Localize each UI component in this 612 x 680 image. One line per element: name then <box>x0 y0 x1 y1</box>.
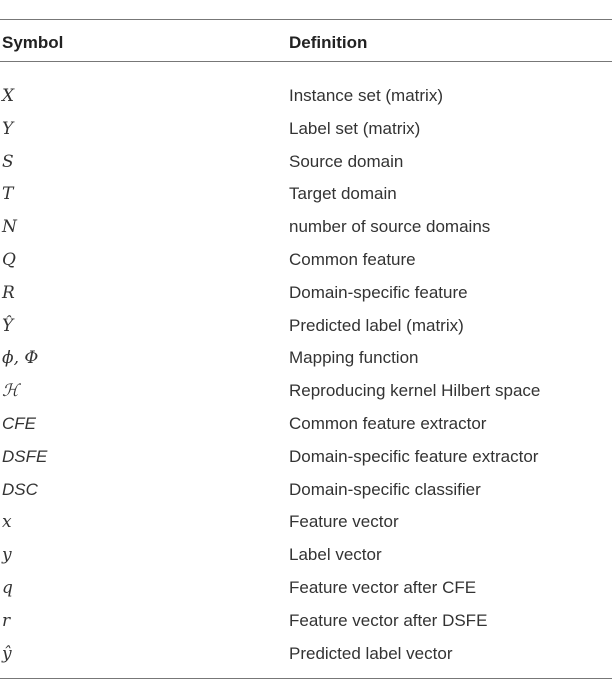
table-row: r Feature vector after DSFE <box>0 611 612 644</box>
definition-cell: Common feature <box>289 250 416 269</box>
symbol-cell: Y <box>2 118 14 139</box>
symbol-cell: DSC <box>2 479 38 499</box>
table-row: Q Common feature <box>0 250 612 283</box>
symbol-cell: ŷ <box>2 643 12 664</box>
definition-cell: Source domain <box>289 151 404 171</box>
definition-cell: Common feature extractor <box>289 414 487 433</box>
symbol-cell: y <box>2 545 12 566</box>
definition-cell: Label set (matrix) <box>289 118 421 138</box>
table-bottom-rule <box>0 678 612 679</box>
table-row: DSFE Domain-specific feature extractor <box>0 447 612 480</box>
table-row: ŷ Predicted label vector <box>0 644 612 677</box>
definition-cell: Feature vector after CFE <box>289 578 477 597</box>
symbol-cell: Q <box>2 250 16 270</box>
table-row: ℋ Reproducing kernel Hilbert space <box>0 381 612 414</box>
symbol-cell: CFE <box>2 414 36 433</box>
symbol-cell: x <box>2 512 12 533</box>
table-row: S Source domain <box>0 152 612 185</box>
table-row: Y Label set (matrix) <box>0 119 612 152</box>
table-row: x Feature vector <box>0 512 612 545</box>
definition-cell: Reproducing kernel Hilbert space <box>289 381 541 401</box>
definition-cell: Domain-specific feature <box>289 282 468 302</box>
definition-cell: Domain-specific classifier <box>289 479 481 499</box>
table-row: q Feature vector after CFE <box>0 578 612 611</box>
table-row: ϕ, Φ Mapping function <box>0 348 612 381</box>
symbol-cell: ℋ <box>2 381 19 402</box>
symbol-cell: X <box>2 86 15 106</box>
definition-cell: Feature vector <box>289 512 399 532</box>
table-row: DSC Domain-specific classifier <box>0 480 612 513</box>
table-row: X Instance set (matrix) <box>0 86 612 119</box>
symbol-cell: DSFE <box>2 446 48 466</box>
symbol-cell: Ŷ <box>2 315 14 336</box>
definition-cell: Predicted label vector <box>289 643 453 663</box>
definition-cell: number of source domains <box>289 217 491 237</box>
definition-cell: Instance set (matrix) <box>289 86 443 105</box>
symbol-cell: R <box>2 282 15 303</box>
symbol-cell: N <box>2 217 17 238</box>
symbol-cell: S <box>2 151 14 172</box>
table-row: R Domain-specific feature <box>0 283 612 316</box>
definition-cell: Target domain <box>289 184 397 204</box>
table-row: CFE Common feature extractor <box>0 414 612 447</box>
definition-cell: Mapping function <box>289 348 419 368</box>
symbol-cell: ϕ, Φ <box>2 348 39 369</box>
table-top-rule <box>0 19 612 20</box>
definition-cell: Domain-specific feature extractor <box>289 446 539 466</box>
symbol-cell: q <box>2 578 13 598</box>
table-row: Nnumber of source domains <box>0 217 612 250</box>
table-row: Ŷ Predicted label (matrix) <box>0 316 612 349</box>
table-row: T Target domain <box>0 184 612 217</box>
header-symbol: Symbol <box>2 33 64 52</box>
header-rule <box>0 61 612 62</box>
table-row: y Label vector <box>0 545 612 578</box>
symbol-cell: r <box>2 610 11 631</box>
symbol-cell: T <box>2 184 14 205</box>
definition-cell: Feature vector after DSFE <box>289 610 488 630</box>
definition-cell: Predicted label (matrix) <box>289 315 464 335</box>
header-definition: Definition <box>289 33 368 52</box>
definition-cell: Label vector <box>289 545 382 565</box>
